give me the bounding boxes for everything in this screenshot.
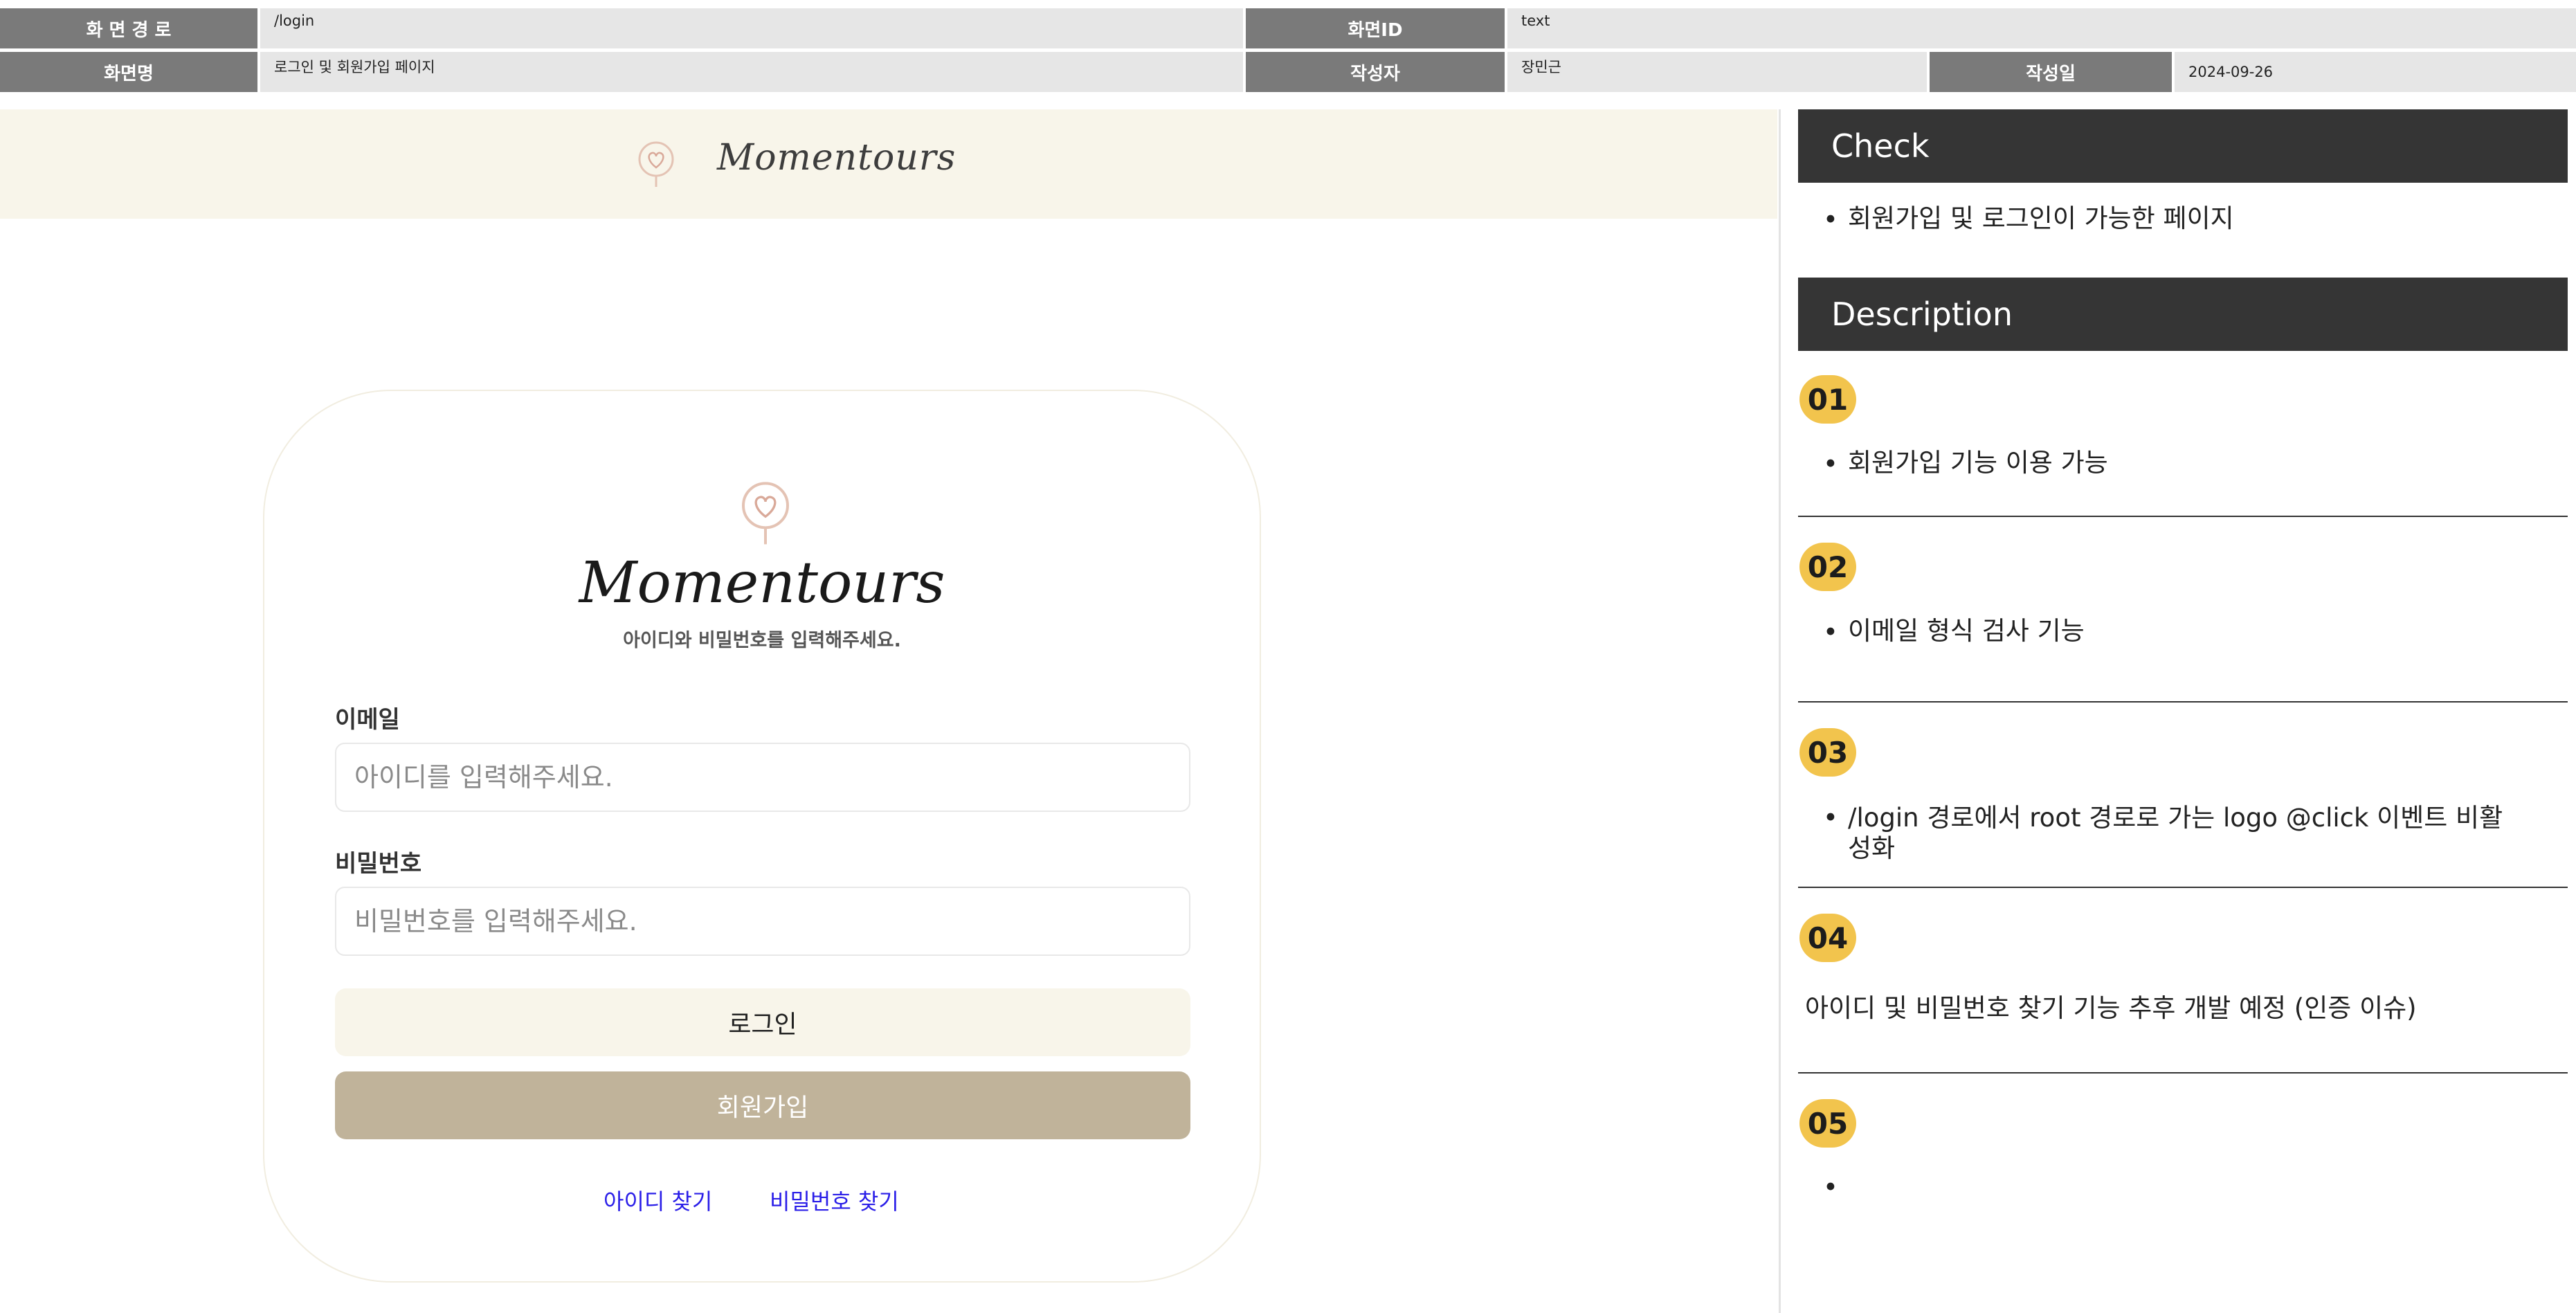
screen-name-value: 로그인 및 회원가입 페이지 [260, 52, 1243, 92]
path-value: /login [260, 8, 1243, 48]
date-value: 2024-09-26 [2175, 52, 2576, 92]
login-card: Momentours 아이디와 비밀번호를 입력해주세요. 이메일 비밀번호 로… [263, 390, 1261, 1283]
heart-balloon-icon [638, 141, 674, 187]
description-badge-03: 03 [1799, 728, 1856, 777]
meta-row-1: 화 면 경 로 /login 화면ID text [0, 8, 2576, 48]
brand-header: Momentours [0, 109, 1777, 219]
panel-divider [1779, 109, 1781, 1313]
screen-id-value: text [1507, 8, 2576, 48]
description-divider [1798, 516, 2568, 517]
check-bullet: • [1823, 205, 1838, 235]
description-bullet-03: • [1823, 803, 1838, 833]
description-divider [1798, 887, 2568, 888]
password-field[interactable] [335, 887, 1190, 956]
description-divider [1798, 701, 2568, 703]
author-value: 장민근 [1507, 52, 1927, 92]
screen-id-label: 화면ID [1246, 8, 1505, 48]
screen-name-label: 화면명 [0, 52, 257, 92]
description-text-02: 이메일 형식 검사 기능 [1848, 616, 2085, 646]
find-password-link[interactable]: 비밀번호 찾기 [770, 1184, 899, 1216]
check-item: 회원가입 및 로그인이 가능한 페이지 [1848, 203, 2234, 233]
meta-row-2: 화면명 로그인 및 회원가입 페이지 작성자 장민근 작성일 2024-09-2… [0, 52, 2576, 92]
password-label: 비밀번호 [335, 850, 422, 878]
description-text-01: 회원가입 기능 이용 가능 [1848, 448, 2108, 478]
signup-button[interactable]: 회원가입 [335, 1071, 1190, 1139]
date-label: 작성일 [1930, 52, 2172, 92]
description-bullet-05: • [1823, 1172, 1838, 1202]
heart-balloon-icon [742, 482, 789, 545]
description-bullet-02: • [1823, 617, 1838, 647]
description-text-04: 아이디 및 비밀번호 찾기 기능 추후 개발 예정 (인증 이슈) [1805, 993, 2417, 1023]
description-text-03-line2: 성화 [1848, 833, 1896, 863]
email-field[interactable] [335, 743, 1190, 812]
description-badge-01: 01 [1799, 375, 1856, 424]
find-id-link[interactable]: 아이디 찾기 [604, 1184, 712, 1216]
login-button[interactable]: 로그인 [335, 988, 1190, 1056]
author-label: 작성자 [1246, 52, 1505, 92]
description-text-03-line1: /login 경로에서 root 경로로 가는 logo @click 이벤트 … [1848, 803, 2503, 833]
description-badge-04: 04 [1799, 914, 1856, 962]
description-bullet-01: • [1823, 449, 1838, 479]
check-header: Check [1798, 109, 2568, 183]
description-badge-02: 02 [1799, 543, 1856, 591]
path-label: 화 면 경 로 [0, 8, 257, 48]
description-header: Description [1798, 278, 2568, 351]
email-label: 이메일 [335, 706, 400, 734]
description-divider [1798, 1072, 2568, 1074]
card-subtitle: 아이디와 비밀번호를 입력해주세요. [623, 630, 901, 651]
card-brand-logo: Momentours [579, 550, 945, 616]
description-badge-05: 05 [1799, 1099, 1856, 1148]
brand-logo-text: Momentours [717, 137, 956, 179]
